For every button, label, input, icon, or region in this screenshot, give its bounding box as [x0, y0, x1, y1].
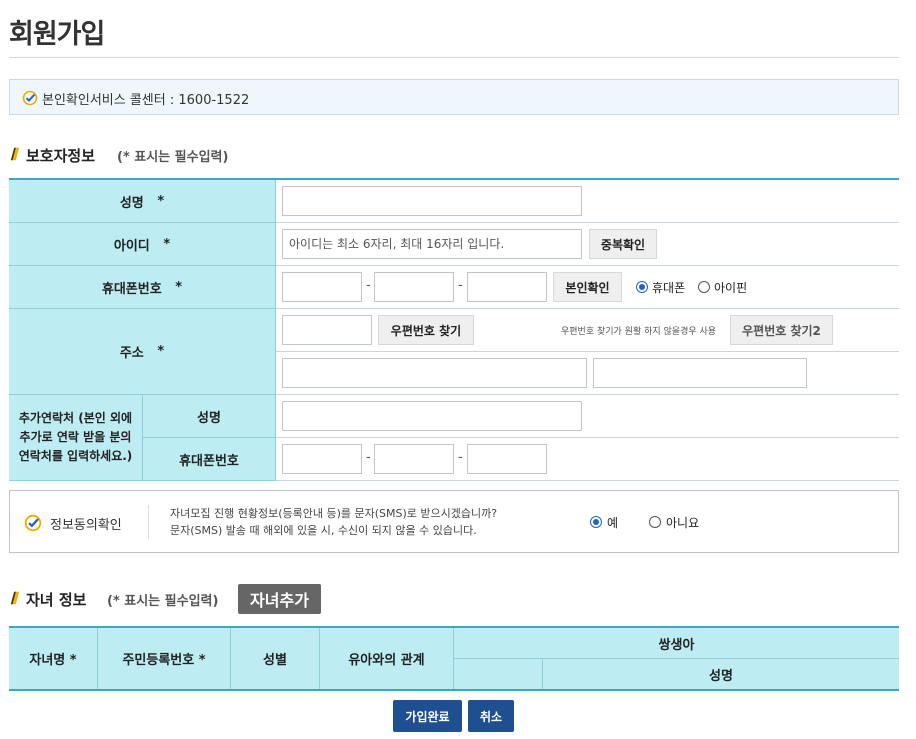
id-input[interactable]: 아이디는 최소 6자리, 최대 16자리 입니다.	[282, 229, 582, 259]
name-label: 성명 *	[9, 180, 276, 223]
radio-consent-yes[interactable]	[590, 516, 602, 528]
radio-phone[interactable]	[636, 281, 648, 293]
extra-name-input[interactable]	[282, 401, 582, 431]
col-twins-name: 성명	[543, 659, 899, 689]
phone-input-1[interactable]	[282, 272, 362, 302]
extra-phone-label: 휴대폰번호	[143, 438, 276, 481]
phone-input-3[interactable]	[467, 272, 547, 302]
radio-ipin-label: 아이핀	[714, 281, 748, 295]
phone-dash: -	[458, 278, 463, 293]
children-required-note: (* 표시는 필수입력)	[107, 594, 219, 609]
extra-phone-input-3[interactable]	[467, 444, 547, 474]
radio-consent-no-label: 아니요	[666, 516, 700, 530]
title-divider	[9, 57, 899, 58]
radio-ipin[interactable]	[698, 281, 710, 293]
col-relation: 유아와의 관계	[320, 628, 454, 689]
notice-text: 본인확인서비스 콜센터 : 1600-1522	[42, 93, 250, 108]
page-title: 회원가입	[9, 19, 105, 50]
dup-check-button[interactable]: 중복확인	[589, 229, 657, 259]
radio-consent-no[interactable]	[649, 516, 661, 528]
section-bar-icon	[10, 590, 20, 609]
extra-name-label: 성명	[143, 395, 276, 438]
section-bar-icon	[10, 146, 20, 165]
cancel-button[interactable]: 취소	[468, 700, 514, 732]
consent-box: 정보동의확인 자녀모집 진행 현황정보(등록안내 등)를 문자(SMS)로 받으…	[9, 490, 899, 553]
extra-phone-dash: -	[366, 450, 371, 465]
consent-line2: 문자(SMS) 발송 때 해외에 있을 시, 수신이 되지 않을 수 있습니다.	[170, 524, 477, 537]
check-badge-icon	[22, 90, 38, 109]
children-section-title: 자녀 정보	[26, 591, 87, 609]
zipcode-input[interactable]	[282, 315, 372, 345]
extra-phone-input-2[interactable]	[374, 444, 454, 474]
extra-phone-input-1[interactable]	[282, 444, 362, 474]
id-label: 아이디 *	[9, 223, 276, 266]
radio-phone-label: 휴대폰	[652, 281, 686, 295]
extra-contact-label: 추가연락처 (본인 외에 추가로 연락 받을 분의 연락처를 입력하세요.)	[9, 395, 143, 481]
phone-label: 휴대폰번호 *	[9, 266, 276, 309]
guardian-required-note: (* 표시는 필수입력)	[117, 150, 229, 165]
address-input-1[interactable]	[282, 358, 587, 388]
verify-button[interactable]: 본인확인	[553, 272, 622, 302]
phone-input-2[interactable]	[374, 272, 454, 302]
address-input-2[interactable]	[593, 358, 807, 388]
col-child-name: 자녀명 *	[9, 628, 98, 689]
guardian-section-title: 보호자정보	[26, 147, 96, 165]
consent-line1: 자녀모집 진행 현황정보(등록안내 등)를 문자(SMS)로 받으시겠습니까?	[170, 507, 498, 520]
col-gender: 성별	[231, 628, 320, 689]
col-resident-no: 주민등록번호 *	[98, 628, 231, 689]
notice-box: 본인확인서비스 콜센터 : 1600-1522	[9, 79, 899, 115]
col-twins-blank	[454, 659, 543, 689]
extra-phone-dash: -	[458, 450, 463, 465]
zip-search2-button[interactable]: 우편번호 찾기2	[730, 315, 833, 345]
add-child-button[interactable]: 자녀추가	[238, 584, 321, 614]
check-badge-icon	[24, 514, 42, 535]
consent-label: 정보동의확인	[50, 518, 122, 533]
zip-search-button[interactable]: 우편번호 찾기	[378, 315, 474, 345]
phone-dash: -	[366, 278, 371, 293]
address-label: 주소 *	[9, 309, 276, 395]
consent-divider	[148, 505, 149, 539]
col-twins: 쌍생아	[454, 628, 899, 659]
radio-consent-yes-label: 예	[607, 516, 619, 530]
zip-hint: 우편번호 찾기가 원활 하지 않을경우 사용	[561, 327, 717, 337]
guardian-name-input[interactable]	[282, 186, 582, 216]
submit-button[interactable]: 가입완료	[393, 700, 462, 732]
